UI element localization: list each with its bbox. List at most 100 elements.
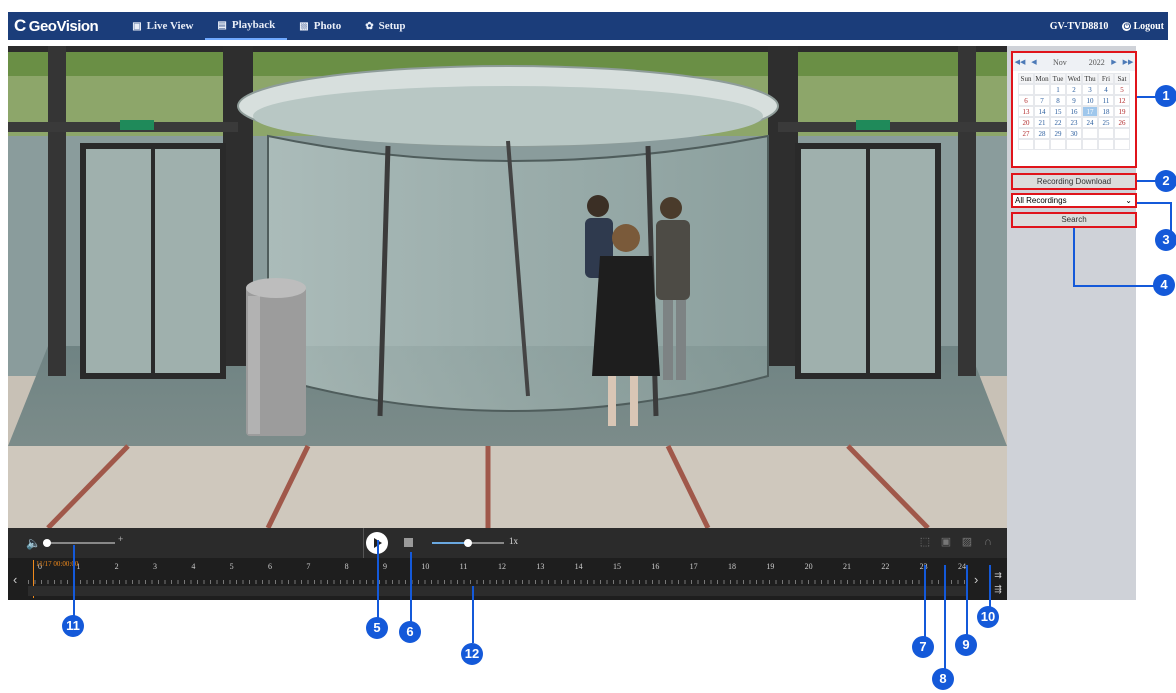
callout-1-leader — [1137, 96, 1157, 98]
callout-7-leader — [924, 565, 926, 637]
calendar-weekday: Sun — [1018, 73, 1034, 84]
power-icon: ⏻ — [1122, 21, 1132, 31]
calendar-day[interactable]: 12 — [1114, 95, 1130, 106]
calendar-day[interactable]: 28 — [1034, 128, 1050, 139]
calendar-day[interactable]: 11 — [1098, 95, 1114, 106]
zoom-in-button[interactable]: ⇉ — [991, 570, 1005, 581]
callout-1: 1 — [1155, 85, 1176, 107]
callout-4-leader-v — [1073, 228, 1075, 286]
calendar-day[interactable]: 23 — [1066, 117, 1082, 128]
volume-slider-knob[interactable] — [42, 539, 51, 547]
calendar-day[interactable]: 3 — [1082, 84, 1098, 95]
calendar-day[interactable]: 30 — [1066, 128, 1082, 139]
timeline-hour-label: 8 — [344, 562, 349, 571]
speed-label: 1x — [509, 536, 518, 546]
geovision-logo: C GeoVision — [14, 16, 99, 36]
timeline-hour-label: 24 — [958, 562, 966, 571]
speed-slider-knob[interactable] — [464, 539, 472, 547]
timeline-hour-label: 7 — [306, 562, 311, 571]
save-icon[interactable]: ▣ — [940, 536, 952, 548]
next-month-button[interactable]: ▶ — [1107, 58, 1121, 66]
calendar-day[interactable]: 20 — [1018, 117, 1034, 128]
timeline-hour-label: 15 — [613, 562, 621, 571]
callout-12-leader — [472, 586, 474, 643]
calendar-day[interactable]: 18 — [1098, 106, 1114, 117]
nav-photo[interactable]: ▧ Photo — [287, 12, 353, 40]
recording-type-select[interactable]: All Recordings ⌄ — [1011, 193, 1137, 208]
callout-8-leader — [944, 565, 946, 671]
timeline-hour-label: 13 — [536, 562, 545, 571]
callout-6-leader — [410, 552, 412, 622]
timeline-hour-label: 20 — [804, 562, 813, 571]
calendar-day[interactable]: 24 — [1082, 117, 1098, 128]
search-button[interactable]: Search — [1011, 212, 1137, 228]
timeline-hour-label: 5 — [229, 562, 234, 571]
logout-button[interactable]: ⏻ Logout — [1122, 21, 1164, 32]
prev-year-button[interactable]: ◀◀ — [1013, 58, 1027, 66]
calendar-day[interactable]: 14 — [1034, 106, 1050, 117]
calendar-day[interactable]: 26 — [1114, 117, 1130, 128]
headphone-icon[interactable]: ∩ — [982, 536, 994, 548]
calendar-day[interactable]: 27 — [1018, 128, 1034, 139]
nav-playback[interactable]: ▤ Playback — [205, 12, 288, 40]
zoom-out-button[interactable]: ⇶ — [991, 584, 1005, 595]
stop-button[interactable] — [404, 538, 413, 547]
calendar-empty-cell — [1098, 128, 1114, 139]
timeline-prev-button[interactable]: ‹ — [13, 572, 17, 587]
calendar-day[interactable]: 22 — [1050, 117, 1066, 128]
recording-type-value: All Recordings — [1015, 196, 1067, 205]
calendar: ◀◀ ◀ Nov 2022 ▶ ▶▶ Sun Mon Tue Wed Thu Fri Sat… — [1011, 51, 1137, 168]
calendar-weekday: Wed — [1066, 73, 1082, 84]
timeline-hour-label: 19 — [766, 562, 775, 571]
next-year-button[interactable]: ▶▶ — [1121, 58, 1135, 66]
calendar-day[interactable]: 6 — [1018, 95, 1034, 106]
image-adjust-icon[interactable]: ▨ — [961, 536, 973, 548]
calendar-day[interactable]: 29 — [1050, 128, 1066, 139]
camera-frame-image — [8, 46, 1007, 528]
timeline-next-button[interactable]: › — [974, 572, 978, 587]
calendar-weekday: Mon — [1034, 73, 1050, 84]
calendar-day[interactable]: 2 — [1066, 84, 1082, 95]
timeline-scrollbar[interactable] — [28, 586, 968, 596]
calendar-empty-cell — [1114, 128, 1130, 139]
nav-setup[interactable]: ✿ Setup — [353, 12, 417, 40]
callout-12: 12 — [461, 643, 483, 665]
video-view[interactable] — [8, 46, 1007, 528]
volume-slider-track[interactable] — [43, 542, 115, 544]
nav-photo-label: Photo — [313, 20, 342, 32]
timeline-hour-label: 6 — [268, 562, 272, 571]
calendar-day[interactable]: 5 — [1114, 84, 1130, 95]
calendar-day[interactable]: 16 — [1066, 106, 1082, 117]
calendar-day[interactable]: 1 — [1050, 84, 1066, 95]
nav-live-view[interactable]: ▣ Live View — [120, 12, 205, 40]
calendar-day[interactable]: 7 — [1034, 95, 1050, 106]
callout-2-leader — [1137, 180, 1157, 182]
calendar-day[interactable]: 21 — [1034, 117, 1050, 128]
timeline-cursor-time: 11/17 00:00:00 — [36, 560, 79, 568]
calendar-day[interactable]: 10 — [1082, 95, 1098, 106]
calendar-day[interactable]: 15 — [1050, 106, 1066, 117]
calendar-day[interactable]: 19 — [1114, 106, 1130, 117]
calendar-empty-cell — [1082, 139, 1098, 150]
nav-setup-label: Setup — [378, 20, 406, 32]
calendar-month: Nov — [1053, 57, 1067, 67]
calendar-day[interactable]: 4 — [1098, 84, 1114, 95]
calendar-day[interactable]: 17 — [1082, 106, 1098, 117]
calendar-header: ◀◀ ◀ Nov 2022 ▶ ▶▶ — [1013, 53, 1135, 71]
nav-live-view-label: Live View — [146, 20, 194, 32]
timeline-bar[interactable]: ‹ 01234567891011121314151617181920212223… — [8, 558, 1007, 600]
prev-month-button[interactable]: ◀ — [1027, 58, 1041, 66]
calendar-day[interactable]: 13 — [1018, 106, 1034, 117]
logout-label: Logout — [1133, 20, 1164, 32]
calendar-empty-cell — [1066, 139, 1082, 150]
recording-download-button[interactable]: Recording Download — [1011, 173, 1137, 190]
speaker-icon[interactable]: 🔈 — [26, 536, 41, 550]
calendar-day[interactable]: 9 — [1066, 95, 1082, 106]
timeline-ruler[interactable]: 0123456789101112131415161718192021222324 — [28, 562, 968, 584]
calendar-day[interactable]: 25 — [1098, 117, 1114, 128]
snapshot-icon[interactable]: ⬚ — [919, 536, 931, 548]
callout-10: 10 — [977, 606, 999, 628]
calendar-day[interactable]: 8 — [1050, 95, 1066, 106]
top-nav-bar: C GeoVision ▣ Live View ▤ Playback ▧ Pho… — [8, 12, 1168, 40]
callout-3-leader-v — [1170, 202, 1172, 232]
